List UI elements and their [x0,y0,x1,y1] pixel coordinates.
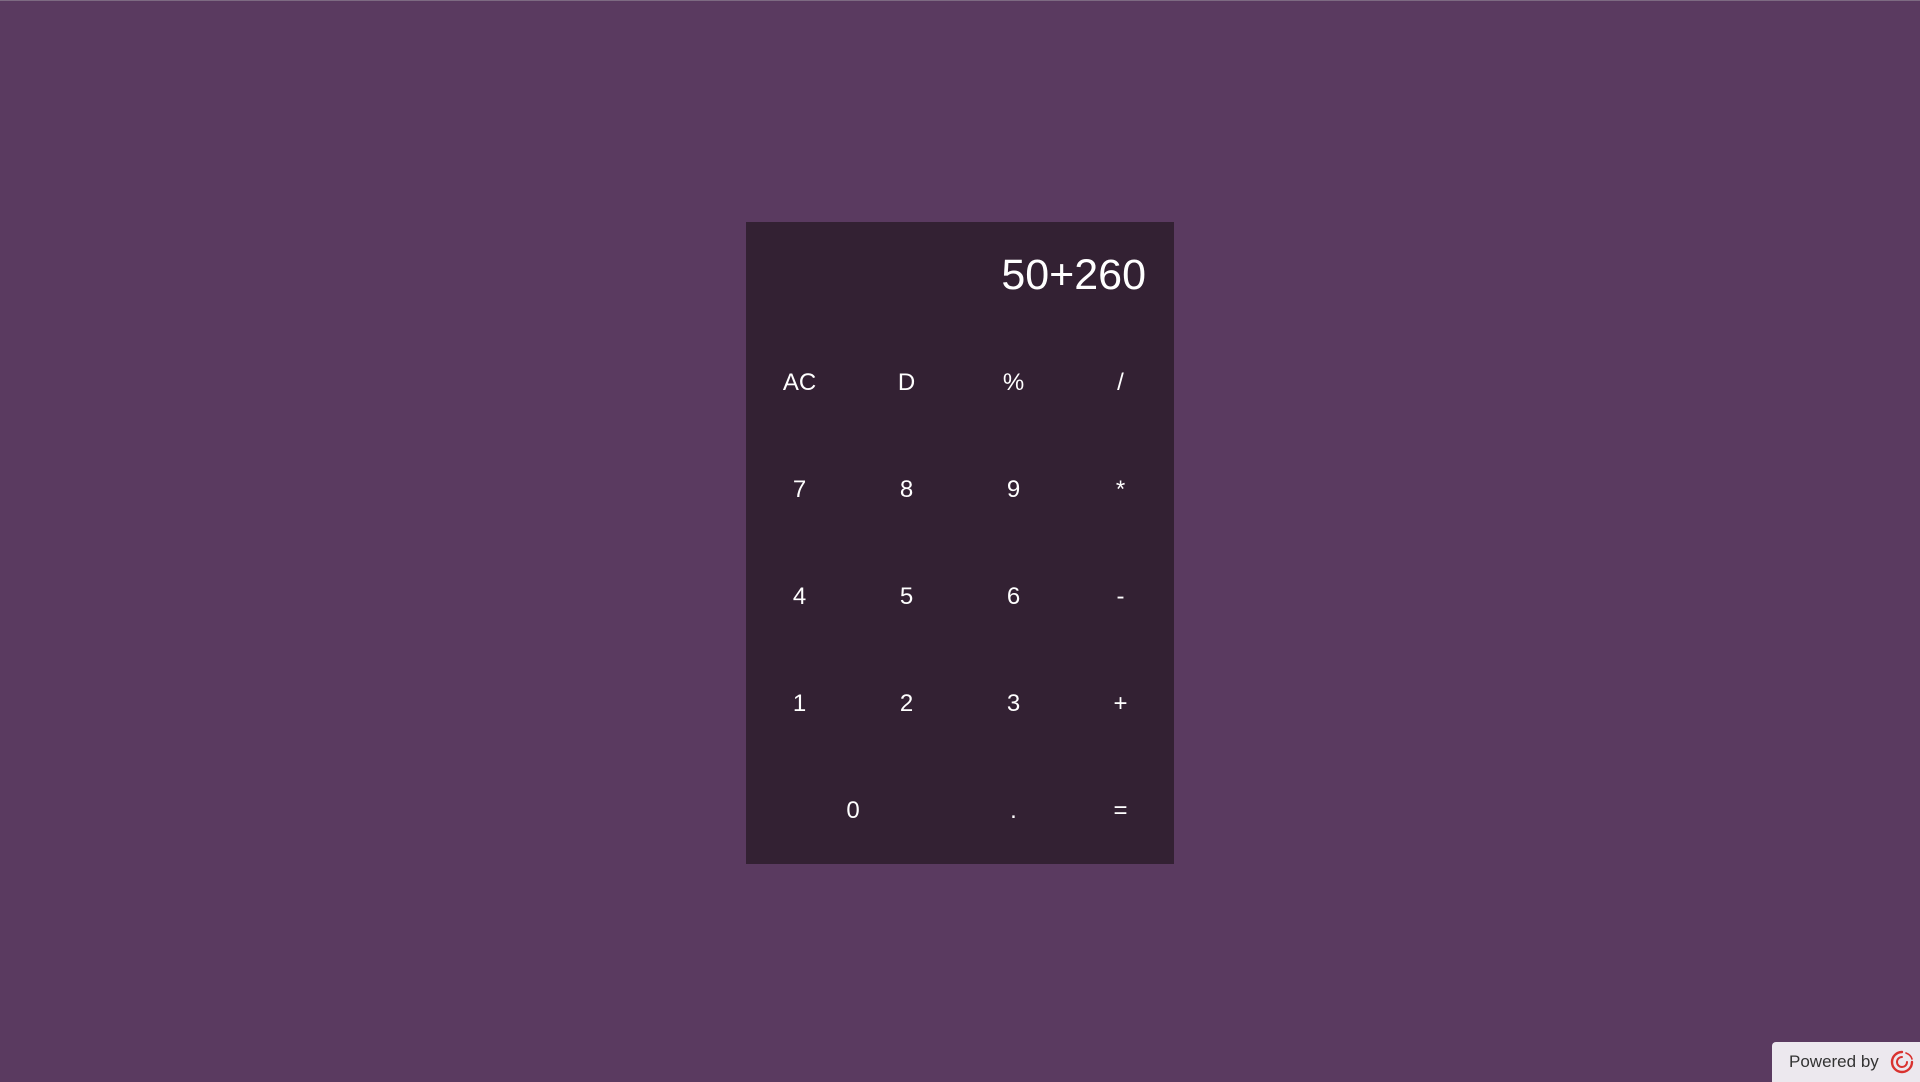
powered-by-badge[interactable]: Powered by [1772,1042,1920,1082]
digit-6-button[interactable]: 6 [960,543,1067,650]
decimal-button[interactable]: . [960,757,1067,864]
swirl-logo-icon [1890,1050,1913,1074]
calculator-display: 50+260 [1001,251,1146,299]
digit-1-button[interactable]: 1 [746,650,853,757]
digit-5-button[interactable]: 5 [853,543,960,650]
digit-7-button[interactable]: 7 [746,436,853,543]
digit-0-button[interactable]: 0 [746,757,960,864]
powered-by-label: Powered by [1789,1052,1879,1071]
top-border [0,0,1920,1]
digit-3-button[interactable]: 3 [960,650,1067,757]
add-button[interactable]: + [1067,650,1174,757]
keypad: AC D % / 7 8 9 * 4 5 6 - 1 2 3 + 0 . = [746,329,1174,864]
digit-2-button[interactable]: 2 [853,650,960,757]
calculator: 50+260 AC D % / 7 8 9 * 4 5 6 - 1 2 3 + … [746,222,1174,864]
equals-button[interactable]: = [1067,757,1174,864]
percent-button[interactable]: % [960,329,1067,436]
digit-8-button[interactable]: 8 [853,436,960,543]
digit-9-button[interactable]: 9 [960,436,1067,543]
digit-4-button[interactable]: 4 [746,543,853,650]
subtract-button[interactable]: - [1067,543,1174,650]
multiply-button[interactable]: * [1067,436,1174,543]
delete-button[interactable]: D [853,329,960,436]
divide-button[interactable]: / [1067,329,1174,436]
clear-button[interactable]: AC [746,329,853,436]
